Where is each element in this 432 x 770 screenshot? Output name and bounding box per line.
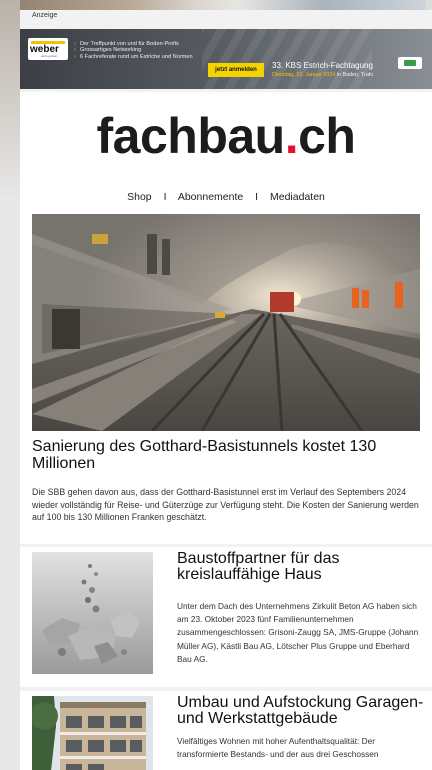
- register-button[interactable]: jetzt anmelden: [208, 63, 264, 77]
- article-image[interactable]: [32, 696, 153, 770]
- nav-mediadaten[interactable]: Mediadaten: [270, 191, 325, 203]
- ad-bullet: 6 Fachreferate rund um Estriche und Norm…: [74, 54, 224, 61]
- article-title[interactable]: Baustoffpartner für das kreislauffähige …: [177, 551, 427, 583]
- tunnel-photo: [32, 214, 420, 431]
- event-date-highlight: Dienstag, 23. Januar 2024: [272, 72, 336, 78]
- nav-shop[interactable]: Shop: [127, 191, 152, 203]
- ad-bullet-list: Der Treffpunkt von und für Boden-Profis …: [74, 41, 224, 61]
- article-card: Baustoffpartner für das kreislauffähige …: [20, 547, 432, 687]
- newsletter-column: Anzeige weber saint-gobain Der Treffpunk…: [20, 10, 432, 770]
- background-left-margin: [0, 0, 20, 770]
- banner-decoration: [202, 29, 372, 89]
- article-title[interactable]: Umbau und Aufstockung Garagen- und Werks…: [177, 695, 427, 727]
- article-image[interactable]: [32, 552, 153, 674]
- sponsor-logo-icon: [398, 57, 422, 69]
- apartment-building-photo: [32, 696, 153, 770]
- main-article-card: Sanierung des Gotthard-Basistunnels kost…: [20, 210, 432, 544]
- event-date: Dienstag, 23. Januar 2024 in Baden, Traf…: [272, 72, 373, 78]
- logo-tld: ch: [298, 108, 356, 164]
- weber-logo: weber saint-gobain: [28, 38, 68, 60]
- masthead: fachbau.ch: [20, 92, 432, 188]
- article-teaser: Vielfältiges Wohnen mit hoher Aufenthalt…: [177, 736, 379, 760]
- logo-main: fachbau: [96, 108, 286, 164]
- top-nav: Shop I Abonnemente I Mediadaten: [20, 188, 432, 212]
- nav-abonnemente[interactable]: Abonnemente: [178, 191, 243, 203]
- nav-separator: I: [163, 191, 167, 203]
- nav-separator: I: [255, 191, 259, 203]
- article-teaser: Unter dem Dach des Unternehmens Zirkulit…: [177, 601, 419, 664]
- ad-banner[interactable]: weber saint-gobain Der Treffpunkt von un…: [20, 29, 432, 89]
- concrete-rubble-photo: [32, 552, 153, 674]
- event-location: in Baden, Trafo: [335, 72, 374, 78]
- background-photo-strip: [0, 0, 432, 10]
- main-article-image[interactable]: [32, 214, 420, 431]
- event-title: 33. KBS Estrich-Fachtagung: [272, 61, 373, 70]
- logo-dot: .: [284, 108, 299, 164]
- site-logo[interactable]: fachbau.ch: [20, 108, 432, 164]
- main-article-title[interactable]: Sanierung des Gotthard-Basistunnels kost…: [32, 438, 420, 472]
- article-card: Umbau und Aufstockung Garagen- und Werks…: [20, 691, 432, 770]
- brand-sub: saint-gobain: [41, 54, 58, 58]
- ad-label: Anzeige: [32, 12, 58, 19]
- main-article-teaser: Die SBB gehen davon aus, dass der Gottha…: [32, 487, 419, 523]
